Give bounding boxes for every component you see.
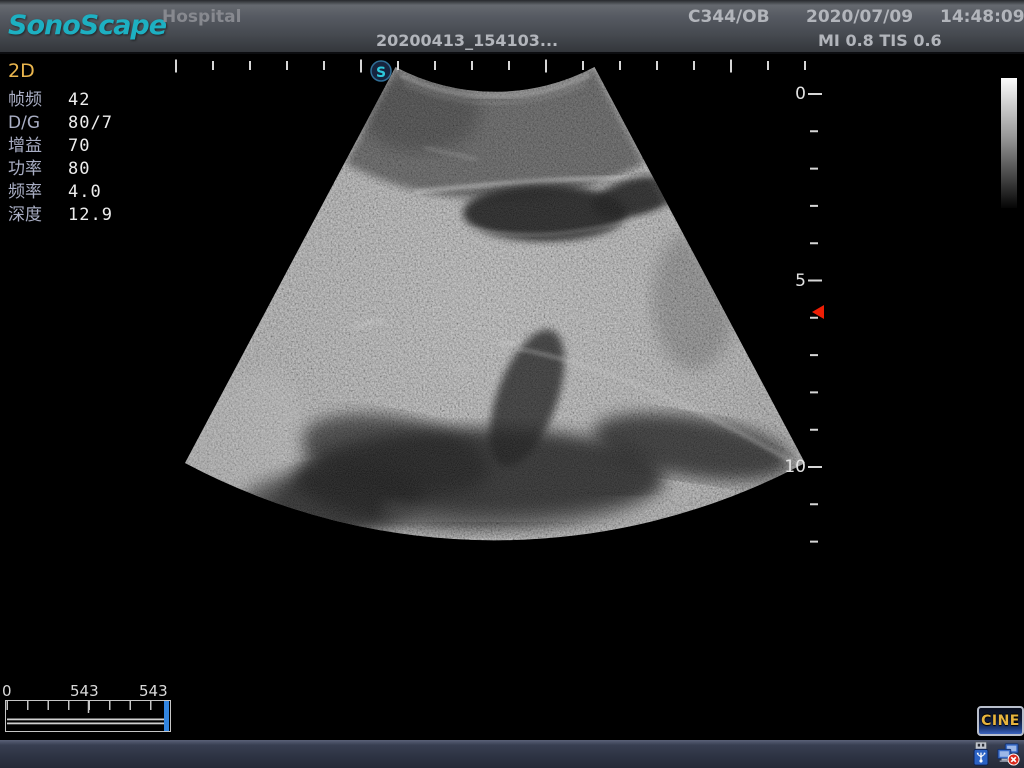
top-bar: SonoScape Hospital 20200413_154103... C3… [0,0,1024,54]
param-value: 12.9 [68,204,113,227]
parameter-panel: 2D 帧频 42 D/G 80/7 增益 70 功率 80 频率 4.0 深度 … [8,60,113,227]
orientation-marker-icon: S [371,61,391,81]
sonoscape-logo: SonoScape [8,10,166,41]
status-bar [0,740,1024,768]
depth-scale: 0 5 10 [784,84,824,544]
param-row-gain: 增益 70 [8,135,113,158]
depth-label-0: 0 [795,84,806,104]
cine-position-marker[interactable] [164,701,169,731]
param-value: 42 [68,89,90,112]
usb-icon[interactable] [969,741,993,767]
cine-total-frames: 543 [139,682,168,700]
grayscale-bar [1001,78,1017,208]
param-row-frequency: 频率 4.0 [8,181,113,204]
hospital-name: Hospital [162,7,241,27]
param-row-framerate: 帧频 42 [8,89,113,112]
param-label: 功率 [8,158,68,181]
fine-speckle-texture [170,55,830,565]
cine-button[interactable]: CINE [977,706,1024,736]
param-label: D/G [8,112,68,135]
network-disconnected-icon[interactable] [996,741,1020,767]
exam-date: 2020/07/09 [806,7,913,27]
cine-start-frame: 0 [2,682,12,700]
param-row-dg: D/G 80/7 [8,112,113,135]
exam-time: 14:48:09 [940,7,1024,27]
param-label: 深度 [8,204,68,227]
probe-preset: C344/OB [688,7,770,27]
cine-current-frame: 543 [70,682,99,700]
depth-label-5: 5 [795,271,806,291]
ultrasound-screen: S 0 5 10 SonoScape Hospital 20200413_154… [0,0,1024,768]
param-value: 80 [68,158,90,181]
cine-frame-numbers: 0 543 543 [0,682,200,699]
param-value: 4.0 [68,181,102,204]
echo-display: S 0 5 10 [0,0,1024,768]
param-value: 70 [68,135,90,158]
param-value: 80/7 [68,112,113,135]
ultrasound-fan-image [152,55,830,565]
svg-text:S: S [376,65,386,81]
param-label: 帧频 [8,89,68,112]
param-row-power: 功率 80 [8,158,113,181]
file-name: 20200413_154103... [376,31,558,50]
cine-scrub-bar[interactable] [5,700,171,732]
mi-tis-readout: MI 0.8 TIS 0.6 [818,31,942,50]
cine-ruler-graphics [6,701,170,731]
param-label: 增益 [8,135,68,158]
param-row-depth: 深度 12.9 [8,204,113,227]
horizontal-ruler [175,66,808,67]
mode-label: 2D [8,60,113,82]
depth-label-10: 10 [784,457,806,477]
param-label: 频率 [8,181,68,204]
